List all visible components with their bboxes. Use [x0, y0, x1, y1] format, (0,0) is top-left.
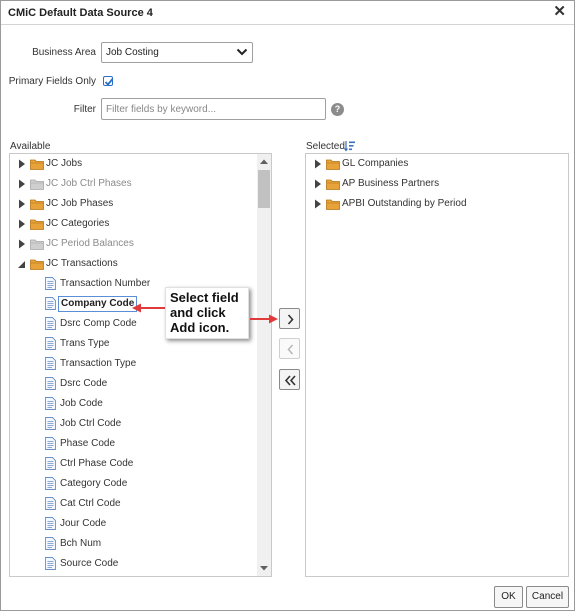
arrow-to-add-button [250, 314, 278, 324]
annotation-arrows [132, 303, 278, 324]
cancel-button[interactable]: Cancel [526, 586, 569, 608]
arrow-to-field [132, 303, 165, 313]
dialog: CMiC Default Data Source 4 ✕ Business Ar… [0, 0, 575, 611]
ok-button[interactable]: OK [494, 586, 523, 608]
